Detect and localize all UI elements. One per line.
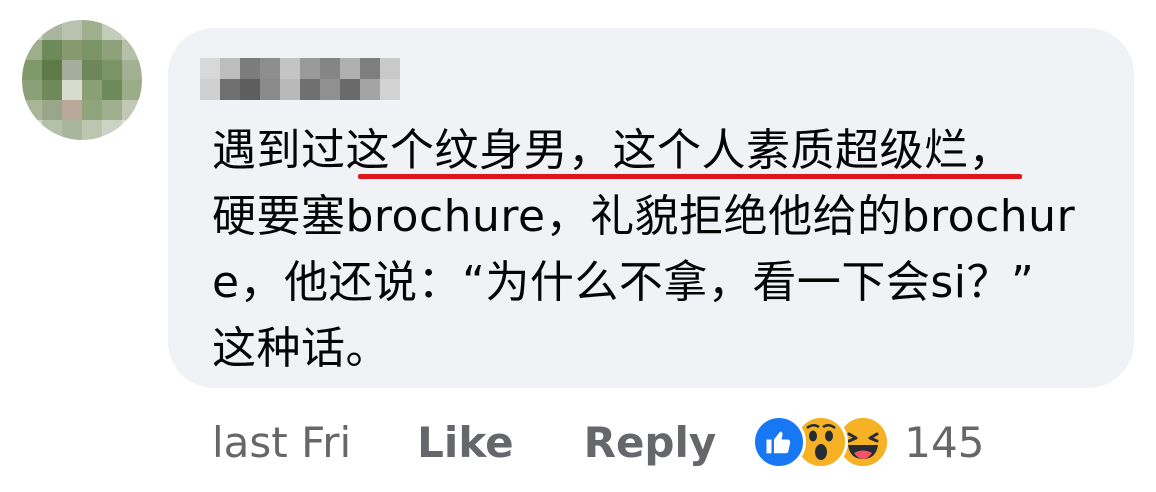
commenter-name-redacted[interactable] xyxy=(200,58,400,100)
comment-text: 遇到过这个纹身男，这个人素质超级烂， 硬要塞brochure，礼貌拒绝他给的br… xyxy=(212,118,1112,382)
reaction-count: 145 xyxy=(904,417,985,467)
red-underline-annotation xyxy=(358,174,1022,179)
comment-line-4: 这种话。 xyxy=(212,323,390,374)
reply-button[interactable]: Reply xyxy=(584,418,717,467)
comment-text-segment: 遇到过 xyxy=(212,125,346,176)
reaction-summary[interactable]: 145 xyxy=(752,415,984,469)
comment-line-3: e，他还说：“为什么不拿，看一下会si？” xyxy=(212,257,1035,308)
like-icon xyxy=(752,415,807,469)
comment-line-2: 硬要塞brochure，礼貌拒绝他给的brochur xyxy=(212,191,1076,242)
comment-timestamp[interactable]: last Fri xyxy=(212,418,351,467)
comment-footer: last Fri Like Reply 145 xyxy=(212,410,984,474)
comment-text-segment: ， xyxy=(968,125,1013,176)
highlighted-text: 这个纹身男，这个人素质超级烂 xyxy=(345,125,969,176)
avatar[interactable] xyxy=(22,20,142,140)
like-button[interactable]: Like xyxy=(417,418,513,467)
